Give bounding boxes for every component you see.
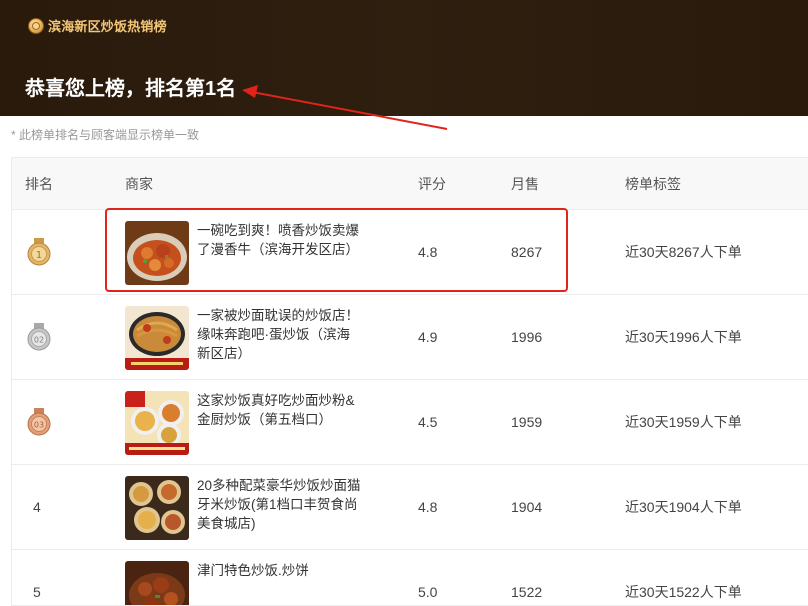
header-rank: 排名 [25, 176, 53, 192]
svg-text:1: 1 [36, 250, 42, 261]
merchant-thumbnail[interactable] [125, 391, 189, 455]
header-tag: 榜单标签 [625, 176, 681, 192]
banner-title: 恭喜您上榜，排名第1名 [25, 78, 237, 100]
banner-header: 滨海新区炒饭热销榜 [28, 16, 167, 35]
merchant-name[interactable]: 津门特色炒饭.炒饼 [197, 561, 362, 580]
ranking-tag: 近30天8267人下单 [625, 244, 742, 260]
ranking-tag: 近30天1959人下单 [625, 414, 742, 430]
merchant-score: 5.0 [418, 584, 438, 600]
table-row[interactable]: 03 这家炒饭真好吃炒面炒粉&金厨炒饭（第五档口） 4.5 1959 近30天1… [12, 380, 808, 465]
ranking-note: * 此榜单排名与顾客端显示榜单一致 [11, 128, 200, 142]
bronze-medal-icon: 03 [27, 408, 51, 436]
rank-number: 4 [33, 499, 41, 515]
header-sales: 月售 [511, 176, 539, 192]
banner-subtitle: 滨海新区炒饭热销榜 [48, 19, 167, 34]
table-row[interactable]: 5 津门特色炒饭.炒饼 5.0 1522 近30天1522人下单 [12, 550, 808, 605]
table-row[interactable]: 4 20多种配菜豪华炒饭炒面猫牙米炒饭(第1档口丰贺食尚美食城店) 4.8 19… [12, 465, 808, 550]
merchant-thumbnail[interactable] [125, 306, 189, 370]
header-score: 评分 [418, 176, 446, 192]
header-merchant: 商家 [125, 176, 153, 192]
table-row[interactable]: 02 一家被炒面耽误的炒饭店！缘味奔跑吧·蛋炒饭（滨海新区店） 4.9 1996… [12, 295, 808, 380]
ranking-tag: 近30天1904人下单 [625, 499, 742, 515]
merchant-sales: 1904 [511, 499, 543, 515]
merchant-thumbnail[interactable] [125, 561, 189, 605]
ranking-banner: 滨海新区炒饭热销榜 恭喜您上榜，排名第1名 [0, 0, 808, 116]
svg-text:03: 03 [34, 421, 44, 430]
rank-number: 5 [33, 584, 41, 600]
ranking-tag: 近30天1996人下单 [625, 329, 742, 345]
ranking-tag: 近30天1522人下单 [625, 584, 742, 600]
merchant-thumbnail[interactable] [125, 476, 189, 540]
merchant-sales: 1522 [511, 584, 543, 600]
merchant-sales: 1959 [511, 414, 543, 430]
merchant-name[interactable]: 20多种配菜豪华炒饭炒面猫牙米炒饭(第1档口丰贺食尚美食城店) [197, 476, 362, 533]
merchant-score: 4.8 [418, 499, 438, 515]
merchant-sales: 1996 [511, 329, 543, 345]
silver-medal-icon: 02 [27, 323, 51, 351]
table-header: 排名 商家 评分 月售 榜单标签 [12, 158, 808, 210]
gold-medal-icon: 1 [27, 238, 51, 266]
svg-text:02: 02 [34, 336, 44, 345]
merchant-score: 4.9 [418, 329, 438, 345]
merchant-name[interactable]: 这家炒饭真好吃炒面炒粉&金厨炒饭（第五档口） [197, 391, 362, 429]
highlight-box [105, 208, 568, 292]
medal-icon [28, 17, 44, 34]
merchant-score: 4.5 [418, 414, 438, 430]
merchant-name[interactable]: 一家被炒面耽误的炒饭店！缘味奔跑吧·蛋炒饭（滨海新区店） [197, 306, 362, 363]
